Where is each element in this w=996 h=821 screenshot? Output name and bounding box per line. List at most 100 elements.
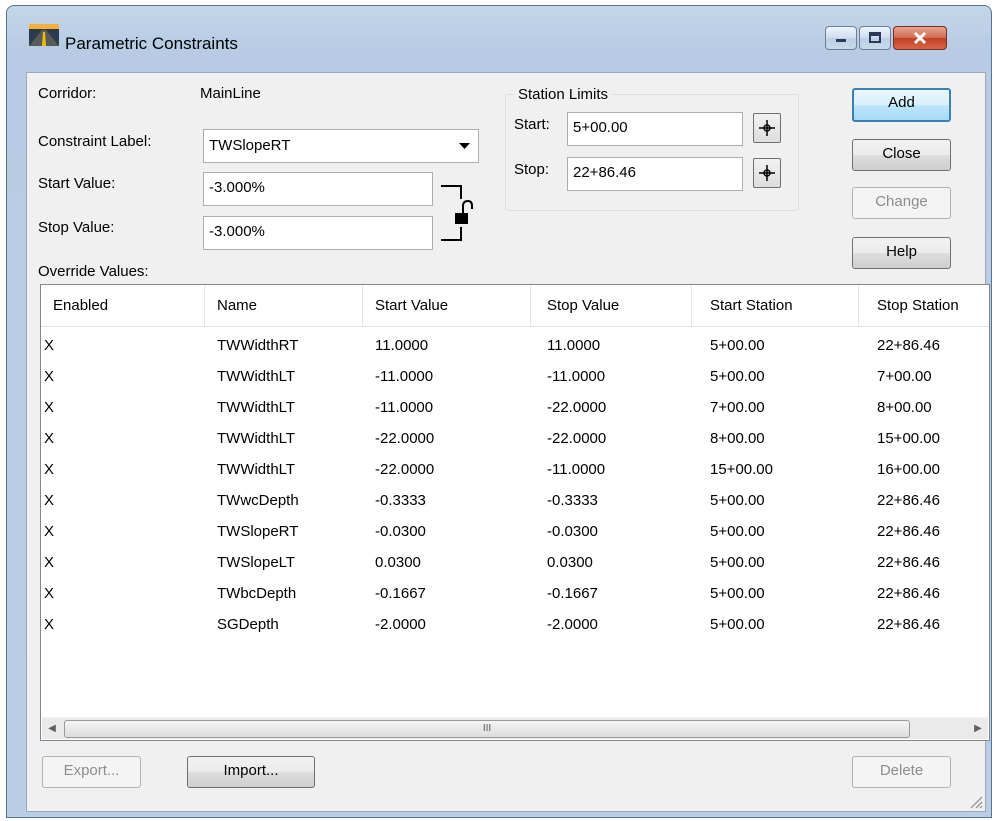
table-row[interactable]: X TWWidthLT -22.0000 -22.0000 8+00.00 15+00.0…	[41, 423, 989, 454]
cell-enabled: X	[44, 399, 55, 416]
cell-start-station: 5+00.00	[710, 523, 765, 540]
cell-start-station: 15+00.00	[710, 461, 773, 478]
cell-start-value: -2.0000	[375, 616, 426, 633]
maximize-button[interactable]	[859, 26, 891, 50]
station-stop-field[interactable]: 22+86.46	[567, 157, 743, 191]
cell-stop-station: 16+00.00	[877, 461, 940, 478]
cell-name: TWWidthLT	[217, 461, 296, 478]
start-value-field[interactable]: -3.000%	[203, 172, 433, 206]
cell-start-value: -22.0000	[375, 461, 435, 478]
cell-stop-station: 22+86.46	[877, 523, 940, 540]
table-row[interactable]: X TWbcDepth -0.1667 -0.1667 5+00.00 22+86.46	[41, 578, 989, 609]
cell-enabled: X	[44, 616, 55, 633]
cell-start-value: 0.0300	[375, 554, 421, 571]
table-header: Enabled Name Start Value Stop Value Star…	[41, 285, 989, 327]
cell-name: TWSlopeRT	[217, 523, 299, 540]
cell-stop-station: 22+86.46	[877, 492, 940, 509]
column-header-name[interactable]: Name	[205, 285, 363, 327]
table-row[interactable]: X TWWidthLT -11.0000 -22.0000 7+00.00 8+00.00	[41, 392, 989, 423]
cell-start-station: 5+00.00	[710, 554, 765, 571]
cell-stop-station: 22+86.46	[877, 616, 940, 633]
cell-stop-value: -0.1667	[547, 585, 598, 602]
table-row[interactable]: X TWSlopeRT -0.0300 -0.0300 5+00.00 22+86.46	[41, 516, 989, 547]
column-header-start-station[interactable]: Start Station	[692, 285, 859, 327]
cell-enabled: X	[44, 523, 55, 540]
cell-start-station: 5+00.00	[710, 616, 765, 633]
close-window-button[interactable]	[893, 26, 947, 50]
cell-name: TWWidthLT	[217, 430, 296, 447]
column-header-stop-station[interactable]: Stop Station	[859, 285, 989, 327]
import-button[interactable]: Import...	[187, 756, 315, 788]
lock-icon[interactable]	[441, 185, 475, 241]
cell-start-station: 5+00.00	[710, 337, 765, 354]
title-bar[interactable]: Parametric Constraints	[7, 6, 991, 53]
column-header-stop-value[interactable]: Stop Value	[531, 285, 692, 327]
cell-name: TWWidthLT	[217, 399, 296, 416]
table-row[interactable]: X TWSlopeLT 0.0300 0.0300 5+00.00 22+86.46	[41, 547, 989, 578]
cell-stop-station: 7+00.00	[877, 368, 932, 385]
pick-start-station-button[interactable]	[753, 113, 781, 143]
cell-start-value: -0.1667	[375, 585, 426, 602]
cell-name: TWwcDepth	[217, 492, 299, 509]
change-button[interactable]: Change	[852, 187, 951, 219]
start-value-label: Start Value:	[38, 175, 116, 192]
scroll-right-icon[interactable]: ▶	[968, 718, 988, 740]
resize-grip-icon[interactable]	[969, 795, 983, 809]
cell-stop-value: 11.0000	[547, 337, 601, 354]
minimize-icon	[836, 39, 846, 42]
cell-stop-value: -22.0000	[547, 430, 607, 447]
cell-stop-value: -11.0000	[547, 461, 606, 478]
cell-stop-value: -2.0000	[547, 616, 598, 633]
table-row[interactable]: X SGDepth -2.0000 -2.0000 5+00.00 22+86.46	[41, 609, 989, 640]
cell-enabled: X	[44, 461, 55, 478]
table-row[interactable]: X TWWidthLT -22.0000 -11.0000 15+00.00 16+00.…	[41, 454, 989, 485]
cell-stop-value: -11.0000	[547, 368, 606, 385]
export-button[interactable]: Export...	[42, 756, 141, 788]
crosshair-icon	[759, 120, 775, 136]
parametric-constraints-window: Parametric Constraints Corridor: MainLin…	[6, 5, 992, 818]
station-start-field[interactable]: 5+00.00	[567, 112, 743, 146]
override-values-table[interactable]: Enabled Name Start Value Stop Value Star…	[40, 284, 990, 741]
delete-button[interactable]: Delete	[852, 756, 951, 788]
cell-start-value: -0.0300	[375, 523, 426, 540]
column-header-start-value[interactable]: Start Value	[363, 285, 531, 327]
cell-stop-value: 0.0300	[547, 554, 593, 571]
cell-stop-value: -0.3333	[547, 492, 598, 509]
stop-value-label: Stop Value:	[38, 219, 115, 236]
station-stop-label: Stop:	[514, 161, 550, 178]
constraint-label-dropdown[interactable]: TWSlopeRT	[203, 129, 479, 163]
override-values-label: Override Values:	[38, 263, 149, 280]
station-limits-title: Station Limits	[514, 86, 613, 103]
close-button[interactable]: Close	[852, 139, 951, 171]
minimize-button[interactable]	[825, 26, 857, 50]
horizontal-scrollbar[interactable]: ◀ III ▶	[42, 717, 988, 739]
maximize-icon	[869, 32, 881, 43]
cell-stop-station: 22+86.46	[877, 585, 940, 602]
scroll-left-icon[interactable]: ◀	[42, 718, 62, 740]
cell-stop-value: -0.0300	[547, 523, 598, 540]
cell-enabled: X	[44, 554, 55, 571]
column-header-enabled[interactable]: Enabled	[41, 285, 205, 327]
constraint-label-label: Constraint Label:	[38, 133, 152, 150]
cell-enabled: X	[44, 337, 55, 354]
pick-stop-station-button[interactable]	[753, 158, 781, 188]
cell-name: TWbcDepth	[217, 585, 297, 602]
window-title: Parametric Constraints	[65, 34, 238, 53]
cell-start-value: -11.0000	[375, 368, 434, 385]
table-row[interactable]: X TWwcDepth -0.3333 -0.3333 5+00.00 22+86.46	[41, 485, 989, 516]
table-row[interactable]: X TWWidthLT -11.0000 -11.0000 5+00.00 7+00.00	[41, 361, 989, 392]
help-button[interactable]: Help	[852, 237, 951, 269]
constraint-label-selected: TWSlopeRT	[209, 137, 291, 154]
table-row[interactable]: X TWWidthRT 11.0000 11.0000 5+00.00 22+86.46	[41, 330, 989, 361]
cell-start-station: 5+00.00	[710, 368, 765, 385]
cell-name: TWWidthLT	[217, 368, 296, 385]
app-icon	[29, 24, 59, 46]
cell-start-station: 8+00.00	[710, 430, 765, 447]
cell-start-value: 11.0000	[375, 337, 429, 354]
cell-name: TWWidthRT	[217, 337, 299, 354]
close-icon	[913, 31, 927, 45]
stop-value-field[interactable]: -3.000%	[203, 216, 433, 250]
add-button[interactable]: Add	[852, 88, 951, 122]
scroll-thumb[interactable]: III	[64, 720, 910, 738]
cell-name: SGDepth	[217, 616, 279, 633]
